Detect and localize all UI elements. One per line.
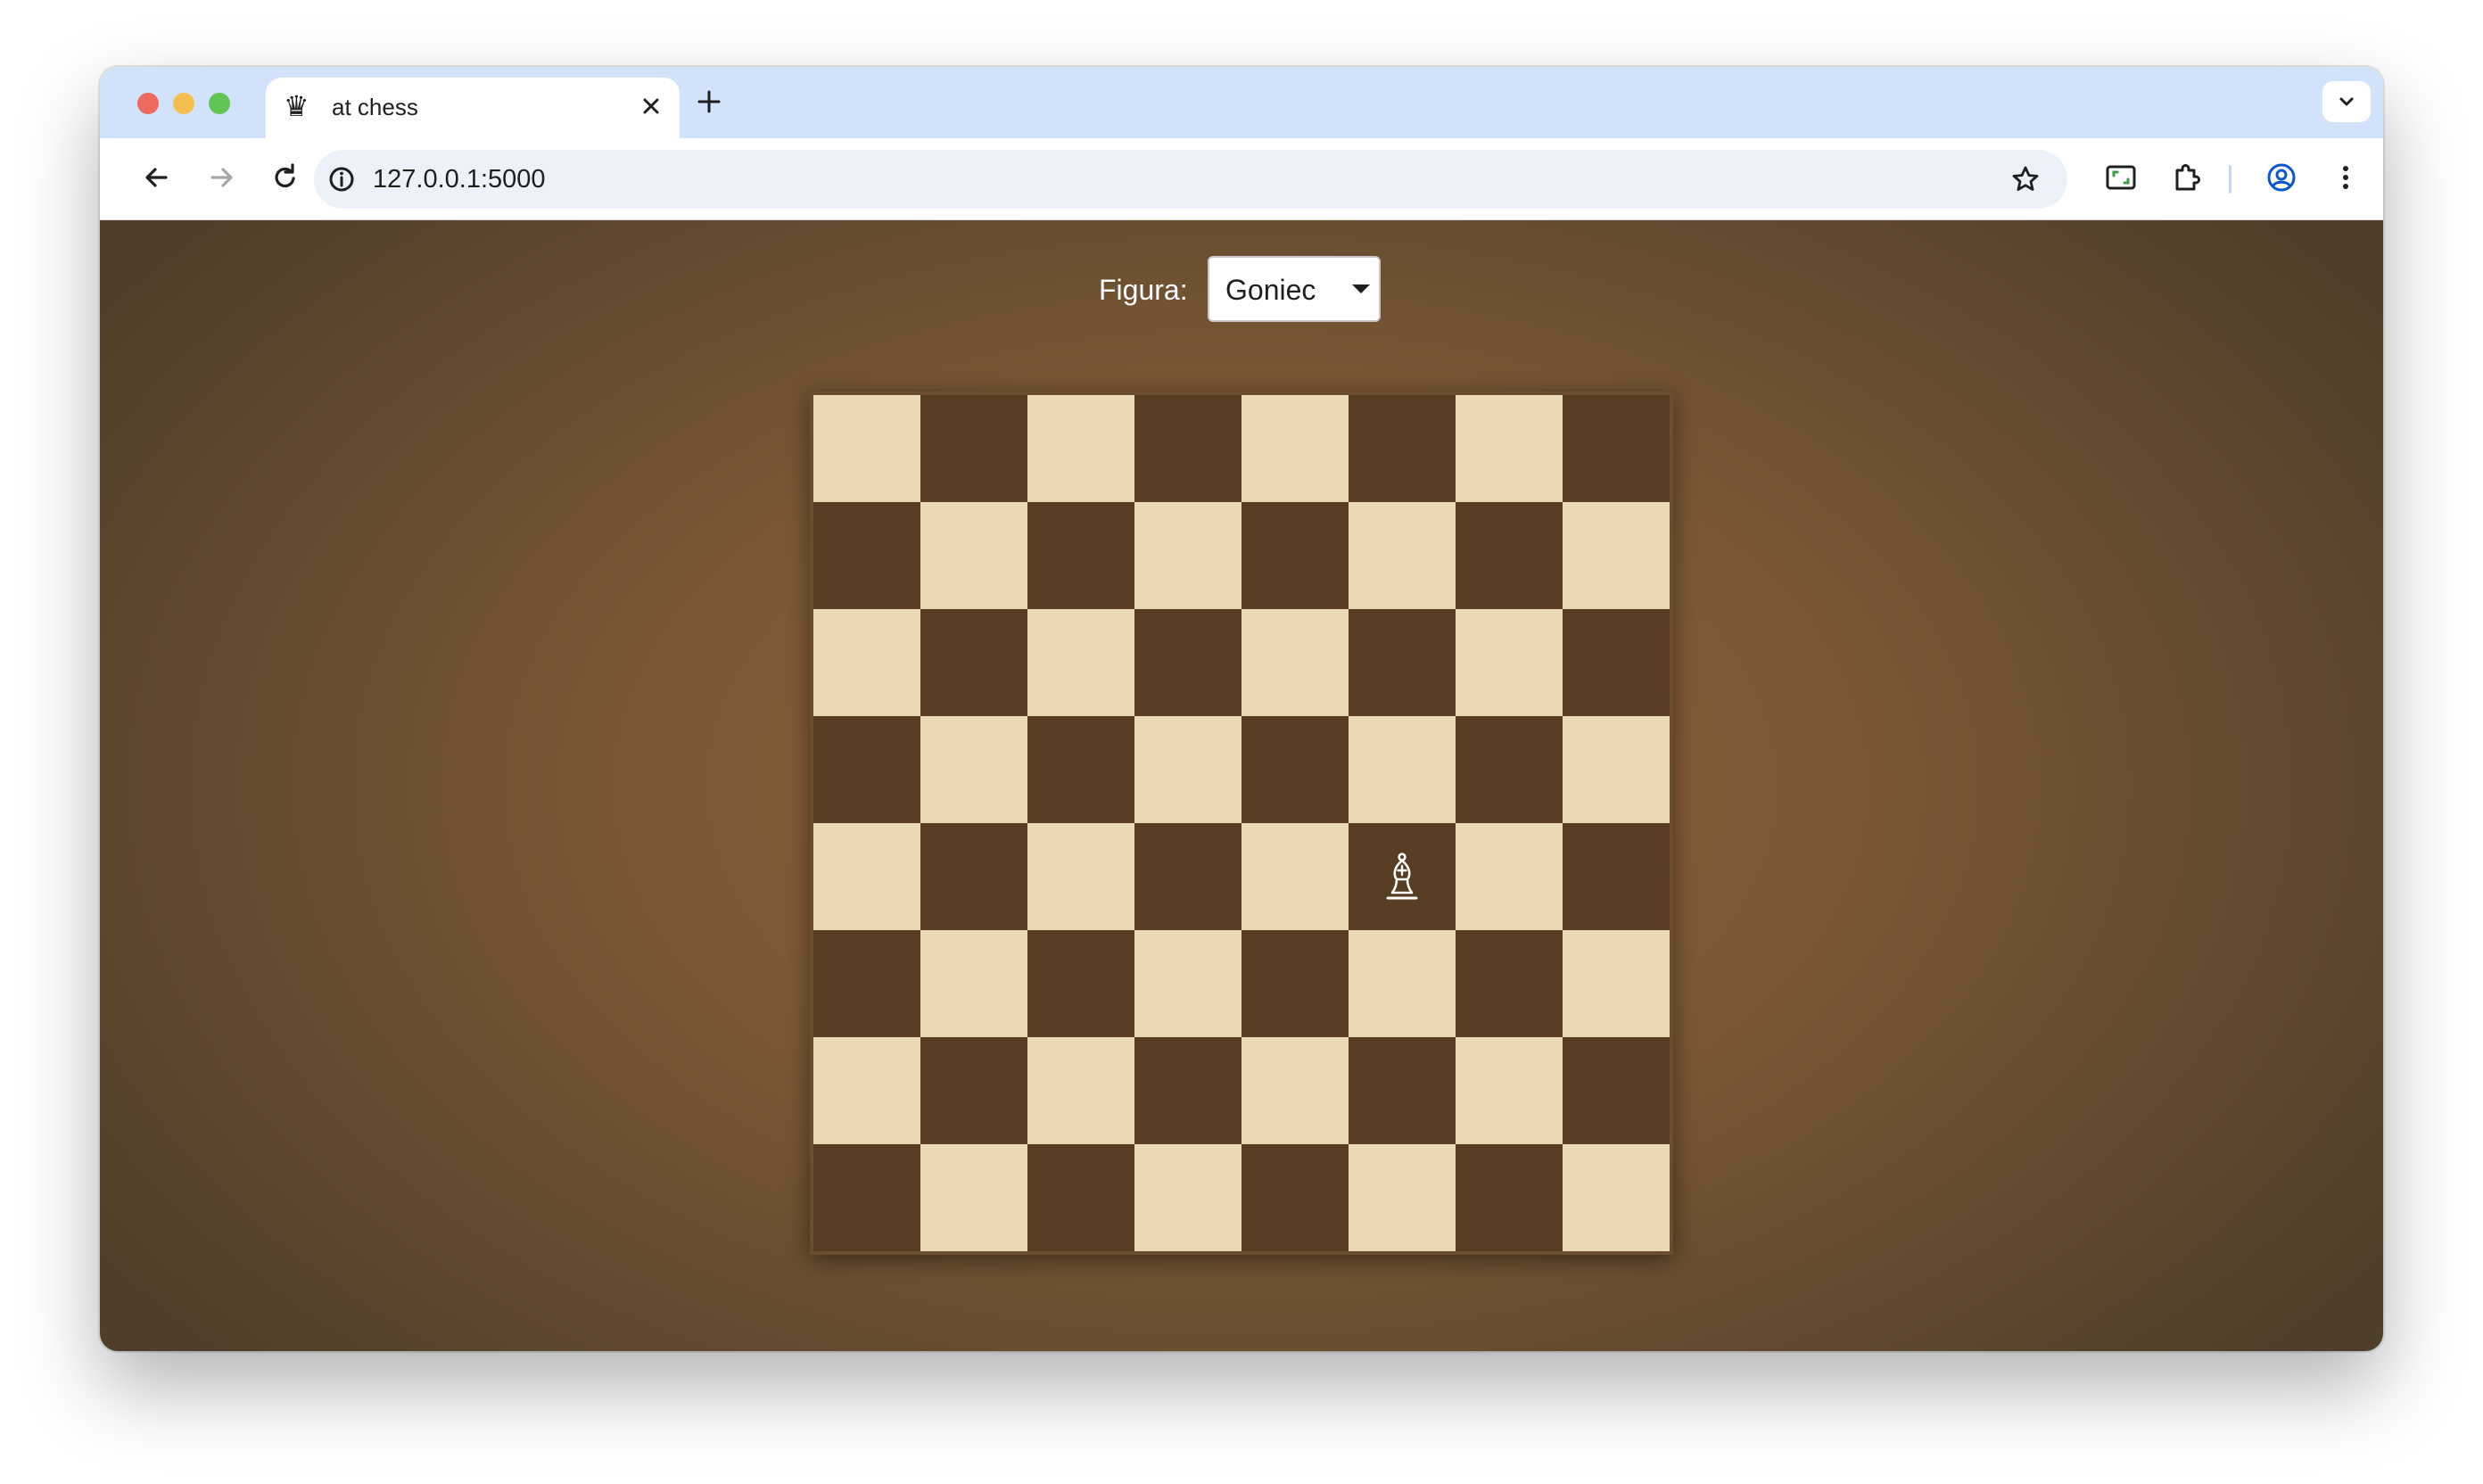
dropdown-arrow-icon (1352, 284, 1370, 293)
board-square[interactable] (813, 1144, 920, 1251)
board-square[interactable] (1134, 930, 1242, 1037)
board-square[interactable] (920, 395, 1027, 502)
board-square[interactable] (1134, 395, 1242, 502)
minimize-window-button[interactable] (173, 93, 194, 114)
board-square[interactable] (1456, 930, 1563, 1037)
board-square[interactable] (1456, 502, 1563, 609)
tab-strip: ♛ at chess (100, 67, 2383, 138)
plus-icon[interactable] (694, 87, 724, 117)
chess-board (813, 395, 1670, 1251)
board-square[interactable] (1349, 823, 1456, 930)
board-square[interactable] (1349, 502, 1456, 609)
board-square[interactable] (1242, 930, 1349, 1037)
board-square[interactable] (1242, 716, 1349, 823)
white-bishop-icon[interactable] (1349, 823, 1456, 930)
board-square[interactable] (1242, 823, 1349, 930)
board-square[interactable] (1349, 609, 1456, 716)
board-square[interactable] (1563, 395, 1670, 502)
board-square[interactable] (1027, 1037, 1134, 1144)
board-square[interactable] (1456, 716, 1563, 823)
board-square[interactable] (1027, 395, 1134, 502)
arrow-right-icon[interactable] (203, 160, 239, 195)
board-square[interactable] (1134, 1144, 1242, 1251)
profile-icon[interactable] (2264, 160, 2299, 195)
board-square[interactable] (1242, 1144, 1349, 1251)
kebab-menu-icon[interactable] (2328, 160, 2363, 195)
board-square[interactable] (1027, 502, 1134, 609)
board-square[interactable] (920, 930, 1027, 1037)
board-square[interactable] (1027, 823, 1134, 930)
tab-at-chess[interactable]: ♛ at chess (266, 78, 680, 138)
board-square[interactable] (813, 823, 920, 930)
browser-window: ♛ at chess 127.0.0.1:5000 Figura: Goniec (100, 67, 2383, 1351)
board-square[interactable] (1563, 609, 1670, 716)
board-square[interactable] (1349, 930, 1456, 1037)
zoom-window-button[interactable] (209, 93, 230, 114)
board-square[interactable] (813, 1037, 920, 1144)
board-square[interactable] (1349, 716, 1456, 823)
board-square[interactable] (1456, 609, 1563, 716)
board-square[interactable] (1027, 609, 1134, 716)
board-square[interactable] (813, 609, 920, 716)
board-square[interactable] (1349, 1037, 1456, 1144)
board-square[interactable] (1027, 930, 1134, 1037)
browser-toolbar: 127.0.0.1:5000 (100, 138, 2383, 220)
close-icon[interactable] (639, 94, 664, 119)
board-square[interactable] (1456, 823, 1563, 930)
board-square[interactable] (1456, 395, 1563, 502)
toolbar-divider (2229, 165, 2231, 194)
puzzle-icon[interactable] (2169, 160, 2205, 195)
tab-list-button[interactable] (2322, 81, 2371, 122)
board-square[interactable] (1027, 1144, 1134, 1251)
close-window-button[interactable] (137, 93, 159, 114)
url-text: 127.0.0.1:5000 (373, 165, 546, 194)
board-square[interactable] (813, 502, 920, 609)
star-icon[interactable] (2009, 162, 2042, 196)
board-square[interactable] (1134, 609, 1242, 716)
board-square[interactable] (1563, 823, 1670, 930)
board-square[interactable] (1134, 502, 1242, 609)
board-square[interactable] (1563, 1037, 1670, 1144)
board-square[interactable] (920, 1144, 1027, 1251)
board-square[interactable] (813, 930, 920, 1037)
chess-queen-icon: ♛ (284, 90, 309, 122)
board-square[interactable] (1456, 1144, 1563, 1251)
piece-select-value: Goniec (1225, 274, 1316, 306)
board-square[interactable] (1027, 716, 1134, 823)
board-square[interactable] (1349, 1144, 1456, 1251)
reload-icon[interactable] (268, 160, 303, 195)
board-square[interactable] (1349, 395, 1456, 502)
board-square[interactable] (1563, 716, 1670, 823)
board-square[interactable] (1242, 609, 1349, 716)
tab-title: at chess (332, 94, 418, 120)
board-square[interactable] (1242, 502, 1349, 609)
piece-select[interactable]: Goniec (1208, 256, 1381, 322)
screen-capture-icon[interactable] (2103, 160, 2139, 195)
board-square[interactable] (1134, 823, 1242, 930)
board-square[interactable] (1242, 395, 1349, 502)
address-bar[interactable]: 127.0.0.1:5000 (314, 150, 2067, 209)
board-square[interactable] (1242, 1037, 1349, 1144)
board-square[interactable] (920, 1037, 1027, 1144)
board-square[interactable] (920, 823, 1027, 930)
board-square[interactable] (1563, 502, 1670, 609)
info-icon[interactable] (325, 162, 359, 196)
board-square[interactable] (813, 716, 920, 823)
board-square[interactable] (1456, 1037, 1563, 1144)
piece-label: Figura: (1099, 274, 1188, 306)
piece-controls: Figura: Goniec (100, 256, 2383, 324)
board-square[interactable] (1563, 1144, 1670, 1251)
chess-board-frame (810, 392, 1673, 1255)
board-square[interactable] (920, 502, 1027, 609)
board-square[interactable] (920, 609, 1027, 716)
board-square[interactable] (1134, 716, 1242, 823)
board-square[interactable] (1563, 930, 1670, 1037)
board-square[interactable] (920, 716, 1027, 823)
board-square[interactable] (813, 395, 920, 502)
board-square[interactable] (1134, 1037, 1242, 1144)
chevron-down-icon (2339, 97, 2354, 106)
arrow-left-icon[interactable] (139, 160, 175, 195)
page-content: Figura: Goniec (100, 220, 2383, 1351)
